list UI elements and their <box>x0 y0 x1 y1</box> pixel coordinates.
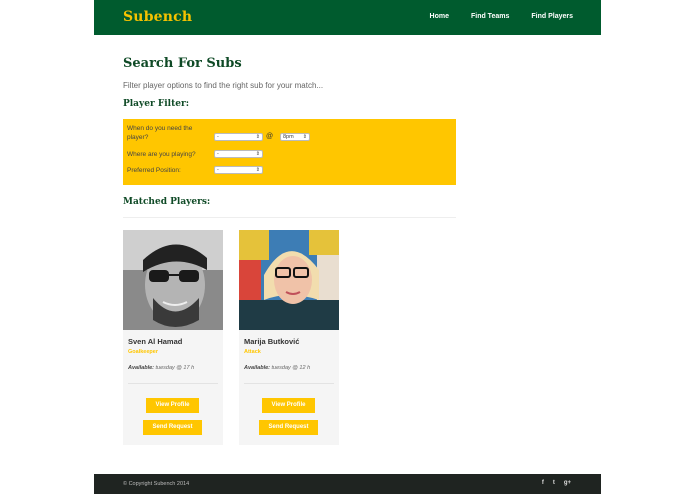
player-availability: Available: tuesday @ 17 h <box>128 365 195 371</box>
player-card: Marija Butković Attack Available: tuesda… <box>239 230 339 445</box>
player-name[interactable]: Sven Al Hamad <box>128 337 182 346</box>
player-photo[interactable] <box>123 230 223 330</box>
view-profile-button[interactable]: View Profile <box>262 398 315 413</box>
date-select[interactable]: - ⇕ <box>214 133 263 141</box>
site-header: Subench Home Find Teams Find Players <box>94 0 601 35</box>
filter-title: Player Filter: <box>123 99 190 109</box>
player-photo[interactable] <box>239 230 339 330</box>
social-links: f t g+ <box>542 480 571 486</box>
main-content: Search For Subs Filter player options to… <box>123 56 456 445</box>
nav-find-teams[interactable]: Find Teams <box>471 13 509 20</box>
chevron-down-icon: ⇕ <box>255 167 260 173</box>
page-title: Search For Subs <box>123 56 242 71</box>
google-plus-icon[interactable]: g+ <box>564 480 571 486</box>
player-position: Attack <box>244 349 261 355</box>
send-request-button[interactable]: Send Request <box>259 420 318 435</box>
player-card: Sven Al Hamad Goalkeeper Available: tues… <box>123 230 223 445</box>
chevron-down-icon: ⇕ <box>255 151 260 157</box>
card-divider <box>128 383 218 384</box>
nav-home[interactable]: Home <box>430 13 449 20</box>
main-nav: Home Find Teams Find Players <box>430 13 573 20</box>
twitter-icon[interactable]: t <box>553 480 555 486</box>
site-logo[interactable]: Subench <box>123 9 192 25</box>
page-subtitle: Filter player options to find the right … <box>123 81 324 90</box>
chevron-down-icon: ⇕ <box>255 134 260 140</box>
player-name[interactable]: Marija Butković <box>244 337 299 346</box>
send-request-button[interactable]: Send Request <box>143 420 202 435</box>
card-divider <box>244 383 334 384</box>
position-select[interactable]: - ⇕ <box>214 166 263 174</box>
view-profile-button[interactable]: View Profile <box>146 398 199 413</box>
player-filter-panel: When do you need the player? - ⇕ @ 8pm ⇕… <box>123 119 456 185</box>
section-divider <box>123 217 456 218</box>
when-label: When do you need the player? <box>127 125 193 141</box>
time-select[interactable]: 8pm ⇕ <box>280 133 310 141</box>
player-availability: Available: tuesday @ 12 h <box>244 365 311 371</box>
at-symbol: @ <box>266 133 274 140</box>
matched-title: Matched Players: <box>123 197 211 207</box>
site-footer: © Copyright Subench 2014 f t g+ <box>94 474 601 494</box>
facebook-icon[interactable]: f <box>542 480 544 486</box>
copyright-text: © Copyright Subench 2014 <box>123 481 190 487</box>
nav-find-players[interactable]: Find Players <box>531 13 573 20</box>
location-select[interactable]: - ⇕ <box>214 150 263 158</box>
chevron-down-icon: ⇕ <box>302 134 307 140</box>
position-label: Preferred Position: <box>127 167 181 174</box>
player-position: Goalkeeper <box>128 349 158 355</box>
where-label: Where are you playing? <box>127 151 196 158</box>
